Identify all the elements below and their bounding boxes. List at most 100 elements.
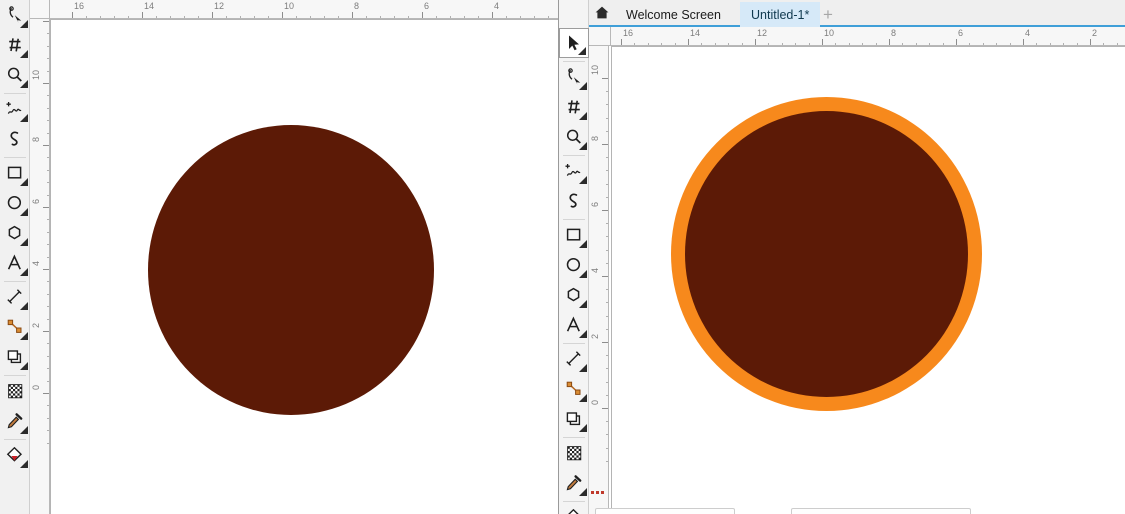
ruler-minor-tick	[606, 249, 608, 251]
ruler-label: 10	[590, 64, 600, 75]
ruler-major-tick	[43, 83, 49, 84]
tool-flyout-arrow-icon[interactable]	[579, 176, 587, 184]
tool-flyout-arrow-icon[interactable]	[20, 426, 28, 434]
tab-welcome-screen[interactable]: Welcome Screen	[615, 2, 732, 27]
tool-flyout-arrow-icon[interactable]	[579, 82, 587, 90]
tool-flyout-arrow-icon[interactable]	[20, 20, 28, 28]
left-comparison-panel: 16 14 12 10 8 6 4 12 10 8 6 4 2 0	[0, 0, 558, 514]
dimension-tool[interactable]	[559, 344, 589, 374]
ruler-major-tick	[956, 39, 957, 45]
transparency-tool[interactable]	[0, 376, 30, 406]
connector-tool[interactable]	[559, 374, 589, 404]
transparency-tool[interactable]	[559, 438, 589, 468]
fill-tool[interactable]	[559, 502, 589, 514]
tool-flyout-arrow-icon[interactable]	[579, 142, 587, 150]
text-tool[interactable]	[0, 248, 30, 278]
tool-flyout-arrow-icon[interactable]	[579, 300, 587, 308]
ruler-minor-tick	[606, 117, 608, 119]
drop-shadow-tool[interactable]	[559, 404, 589, 434]
document-tab-bar[interactable]: Welcome Screen Untitled-1* +	[588, 0, 1125, 27]
tool-flyout-arrow-icon[interactable]	[579, 112, 587, 120]
polygon-tool[interactable]	[559, 280, 589, 310]
ruler-label: 2	[31, 322, 41, 328]
ruler-minor-tick	[606, 104, 608, 106]
rectangle-tool[interactable]	[0, 158, 30, 188]
ruler-minor-tick	[606, 183, 608, 185]
tool-flyout-arrow-icon[interactable]	[20, 80, 28, 88]
right-vertical-ruler[interactable]: 10 8 6 4 2 0	[589, 46, 609, 514]
crop-tool[interactable]	[559, 92, 589, 122]
right-drawing-canvas[interactable]	[611, 46, 1125, 514]
right-horizontal-ruler[interactable]: 16 14 12 10 8 6 4 2	[611, 27, 1125, 46]
tool-flyout-arrow-icon[interactable]	[579, 240, 587, 248]
ruler-corner-box	[589, 27, 611, 46]
shape-tool[interactable]	[559, 62, 589, 92]
tool-flyout-arrow-icon[interactable]	[579, 270, 587, 278]
ellipse-object-filled[interactable]	[148, 125, 434, 415]
crop-tool[interactable]	[0, 30, 30, 60]
color-eyedropper[interactable]	[0, 406, 30, 436]
zoom-tool[interactable]	[0, 60, 30, 90]
new-tab-button[interactable]: +	[818, 5, 838, 24]
freehand-tool[interactable]	[0, 94, 30, 124]
tool-flyout-arrow-icon[interactable]	[20, 302, 28, 310]
ruler-label: 16	[623, 28, 634, 38]
rectangle-tool[interactable]	[559, 220, 589, 250]
tab-untitled-1[interactable]: Untitled-1*	[740, 2, 821, 27]
tool-flyout-arrow-icon[interactable]	[20, 460, 28, 468]
tool-flyout-arrow-icon[interactable]	[579, 364, 587, 372]
artistic-media[interactable]	[0, 124, 30, 154]
ruler-minor-tick	[606, 91, 608, 93]
dimension-tool[interactable]	[0, 282, 30, 312]
left-horizontal-ruler[interactable]: 16 14 12 10 8 6 4	[50, 0, 558, 19]
tool-flyout-arrow-icon[interactable]	[20, 208, 28, 216]
tool-flyout-arrow-icon[interactable]	[20, 268, 28, 276]
ruler-label: 10	[31, 69, 41, 80]
connector-tool[interactable]	[0, 312, 30, 342]
ruler-minor-tick	[606, 328, 608, 330]
right-toolbox[interactable]	[559, 0, 589, 514]
ellipse-tool[interactable]	[0, 188, 30, 218]
text-tool[interactable]	[559, 310, 589, 340]
ruler-major-tick	[602, 78, 608, 79]
ruler-major-tick	[142, 12, 143, 18]
shape-tool[interactable]	[0, 0, 30, 30]
ruler-minor-tick	[606, 355, 608, 357]
ruler-major-tick	[1090, 39, 1091, 45]
ruler-label: 6	[424, 1, 430, 11]
fill-tool[interactable]	[0, 440, 30, 470]
ruler-label: 8	[590, 135, 600, 141]
ruler-guide-marker	[591, 491, 605, 494]
pick-tool[interactable]	[559, 28, 589, 58]
tool-flyout-arrow-icon[interactable]	[20, 332, 28, 340]
tool-flyout-arrow-icon[interactable]	[20, 114, 28, 122]
freehand-tool[interactable]	[559, 156, 589, 186]
tool-flyout-arrow-icon[interactable]	[20, 178, 28, 186]
artistic-media[interactable]	[559, 186, 589, 216]
ellipse-object-outlined[interactable]	[685, 111, 968, 397]
drop-shadow-tool[interactable]	[0, 342, 30, 372]
tool-flyout-arrow-icon[interactable]	[579, 424, 587, 432]
tool-flyout-arrow-icon[interactable]	[20, 238, 28, 246]
ruler-label: 2	[590, 333, 600, 339]
zoom-tool[interactable]	[559, 122, 589, 152]
ruler-major-tick	[282, 12, 283, 18]
spiral-stroke-icon	[565, 192, 583, 210]
tool-flyout-arrow-icon[interactable]	[20, 50, 28, 58]
ruler-major-tick	[43, 331, 49, 332]
tool-flyout-arrow-icon[interactable]	[579, 488, 587, 496]
ruler-major-tick	[492, 12, 493, 18]
tool-flyout-arrow-icon[interactable]	[20, 362, 28, 370]
color-eyedropper[interactable]	[559, 468, 589, 498]
ellipse-tool[interactable]	[559, 250, 589, 280]
left-toolbox[interactable]	[0, 0, 30, 514]
home-button[interactable]	[588, 2, 615, 27]
tab-label: Untitled-1*	[751, 7, 810, 22]
tool-flyout-arrow-icon[interactable]	[579, 394, 587, 402]
tool-flyout-arrow-icon[interactable]	[579, 330, 587, 338]
bottom-panel-fragment-b	[791, 508, 971, 514]
tool-flyout-arrow-icon[interactable]	[578, 47, 586, 55]
polygon-tool[interactable]	[0, 218, 30, 248]
left-drawing-canvas[interactable]	[50, 19, 558, 514]
left-vertical-ruler[interactable]: 121086420	[30, 19, 50, 514]
